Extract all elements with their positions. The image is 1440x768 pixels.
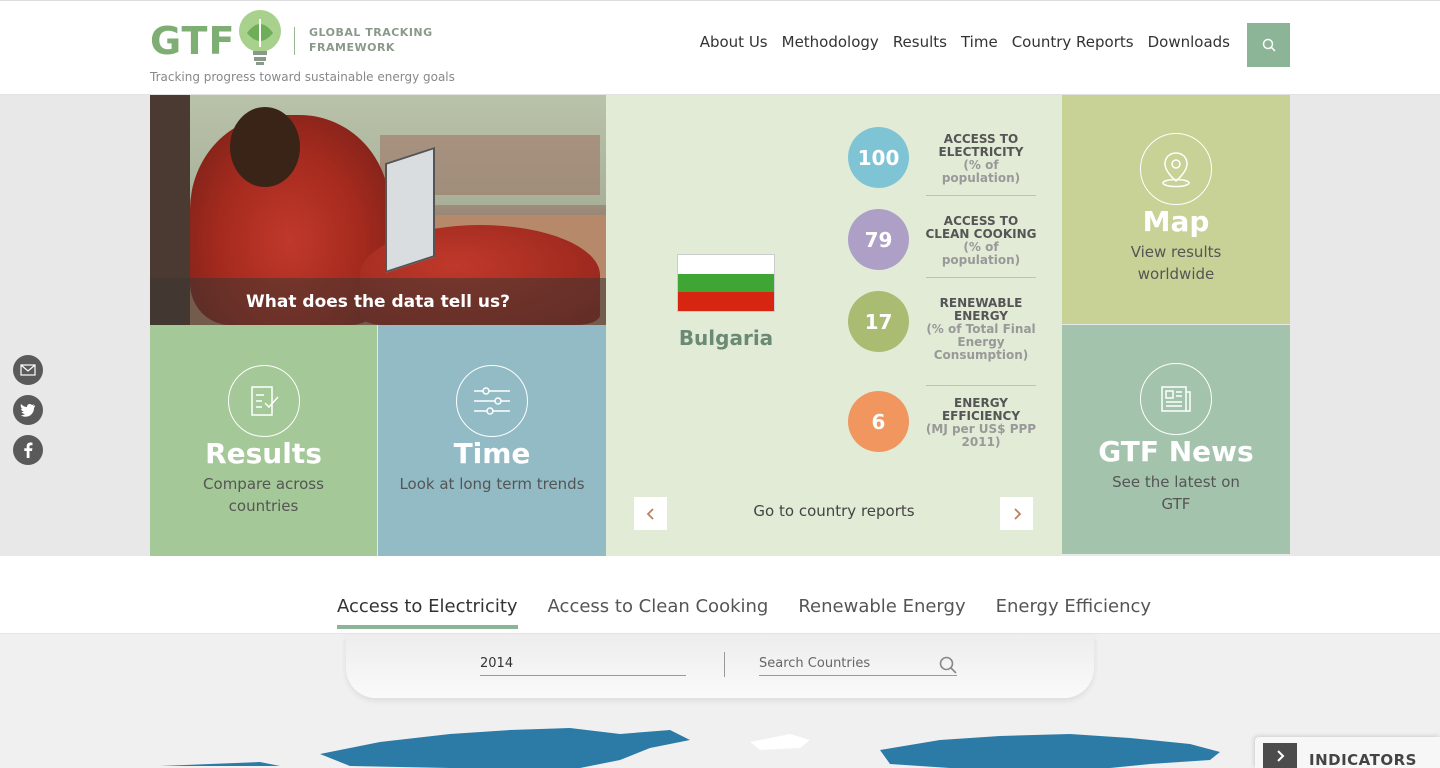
hero-laptop	[385, 146, 435, 274]
filter-separator	[724, 652, 725, 677]
indicators-panel[interactable]: INDICATORS	[1255, 737, 1440, 768]
email-icon	[20, 364, 36, 376]
facebook-share-button[interactable]	[13, 435, 43, 465]
stat-efficiency-title: ENERGY EFFICIENCY	[941, 396, 1021, 423]
flag-stripe-red	[678, 292, 774, 311]
chevron-left-icon	[646, 507, 654, 520]
hero-person-head	[230, 107, 300, 187]
stat-renewable-unit: (% of Total Final Energy Consumption)	[926, 322, 1036, 362]
map-region	[160, 762, 280, 766]
nav-time[interactable]: Time	[961, 33, 998, 51]
logo-subtitle-line2: FRAMEWORK	[309, 41, 395, 54]
news-subtitle: See the latest on GTF	[1112, 473, 1240, 513]
stat-efficiency-value: 6	[848, 391, 909, 452]
prev-country-button[interactable]	[634, 497, 667, 530]
lightbulb-logo-icon	[239, 10, 281, 65]
stat-cooking-title: ACCESS TO CLEAN COOKING	[925, 214, 1037, 241]
map-title: Map	[1142, 205, 1210, 238]
site-header: GTF GLOBAL TRACKING FRAMEWORK Tracking p…	[0, 0, 1440, 95]
main-nav: About Us Methodology Results Time Countr…	[700, 33, 1230, 51]
go-to-country-reports-link[interactable]: Go to country reports	[706, 502, 962, 520]
stat-separator	[926, 277, 1036, 278]
stat-cooking-value: 79	[848, 209, 909, 270]
indicator-tabs: Access to Electricity Access to Clean Co…	[337, 596, 1151, 629]
time-title: Time	[453, 437, 531, 470]
tab-access-to-clean-cooking[interactable]: Access to Clean Cooking	[548, 596, 769, 629]
twitter-icon	[20, 403, 35, 417]
stat-cooking-unit: (% of population)	[941, 240, 1021, 267]
news-title: GTF News	[1098, 435, 1254, 468]
search-button[interactable]	[1247, 23, 1290, 67]
next-country-button[interactable]	[1000, 497, 1033, 530]
time-tile[interactable]: Time Look at long term trends	[378, 325, 606, 556]
map-region-north-america	[320, 728, 690, 768]
nav-downloads[interactable]: Downloads	[1148, 33, 1230, 51]
tab-energy-efficiency[interactable]: Energy Efficiency	[996, 596, 1151, 629]
flag-stripe-white	[678, 255, 774, 274]
gtf-news-tile[interactable]: GTF News See the latest on GTF	[1062, 325, 1290, 554]
logo-text[interactable]: GTF	[150, 19, 235, 63]
sliders-icon	[456, 365, 528, 437]
tab-renewable-energy[interactable]: Renewable Energy	[798, 596, 965, 629]
country-panel: Bulgaria 100 ACCESS TO ELECTRICITY (% of…	[606, 95, 1062, 556]
stat-efficiency-unit: (MJ per US$ PPP 2011)	[925, 422, 1037, 449]
hero-caption[interactable]: What does the data tell us?	[150, 278, 606, 325]
stat-cooking-label: ACCESS TO CLEAN COOKING (% of population…	[924, 215, 1038, 267]
country-name[interactable]: Bulgaria	[646, 326, 806, 350]
newspaper-icon	[1140, 363, 1212, 435]
country-flag	[677, 254, 775, 312]
results-tile[interactable]: Results Compare across countries	[150, 325, 377, 556]
map-region-eurasia	[880, 734, 1220, 768]
filter-bar	[346, 634, 1094, 698]
logo-divider	[294, 27, 295, 55]
stat-renewable-title: RENEWABLE ENERGY	[939, 296, 1023, 323]
time-subtitle: Look at long term trends	[399, 475, 585, 493]
map-pin-icon	[1140, 133, 1212, 205]
stat-electricity-value: 100	[848, 127, 909, 188]
tagline: Tracking progress toward sustainable ene…	[150, 70, 455, 84]
stat-efficiency-label: ENERGY EFFICIENCY (MJ per US$ PPP 2011)	[924, 397, 1038, 449]
map-region-greenland	[750, 734, 810, 750]
search-countries-input[interactable]: Search Countries	[759, 656, 957, 676]
facebook-icon	[24, 442, 33, 458]
checklist-icon	[227, 365, 300, 437]
tab-access-to-electricity[interactable]: Access to Electricity	[337, 596, 518, 629]
world-map[interactable]	[150, 720, 1290, 768]
map-subtitle: View results worldwide	[1130, 243, 1222, 283]
chevron-right-icon	[1013, 507, 1021, 520]
search-icon	[1262, 38, 1276, 52]
stat-electricity-label: ACCESS TO ELECTRICITY (% of population)	[924, 133, 1038, 185]
search-icon[interactable]	[938, 655, 958, 675]
map-tile[interactable]: Map View results worldwide	[1062, 95, 1290, 324]
logo-subtitle-line1: GLOBAL TRACKING	[309, 26, 433, 39]
chevron-right-icon[interactable]	[1263, 743, 1297, 768]
stat-electricity-title: ACCESS TO ELECTRICITY	[938, 132, 1024, 159]
year-select[interactable]: 2014	[480, 656, 686, 676]
stat-electricity-unit: (% of population)	[941, 158, 1021, 185]
logo-subtitle: GLOBAL TRACKING FRAMEWORK	[309, 25, 433, 55]
stat-separator	[926, 385, 1036, 386]
stat-renewable-label: RENEWABLE ENERGY (% of Total Final Energ…	[924, 297, 1038, 362]
email-share-button[interactable]	[13, 355, 43, 385]
hero-image-tile[interactable]: What does the data tell us?	[150, 95, 606, 325]
stat-separator	[926, 195, 1036, 196]
indicators-label: INDICATORS	[1309, 751, 1417, 768]
nav-country-reports[interactable]: Country Reports	[1012, 33, 1134, 51]
stat-renewable-value: 17	[848, 291, 909, 352]
nav-about-us[interactable]: About Us	[700, 33, 768, 51]
nav-results[interactable]: Results	[893, 33, 947, 51]
results-subtitle: Compare across countries	[203, 475, 324, 515]
results-title: Results	[205, 437, 322, 470]
flag-stripe-green	[678, 273, 774, 293]
nav-methodology[interactable]: Methodology	[782, 33, 879, 51]
twitter-share-button[interactable]	[13, 395, 43, 425]
